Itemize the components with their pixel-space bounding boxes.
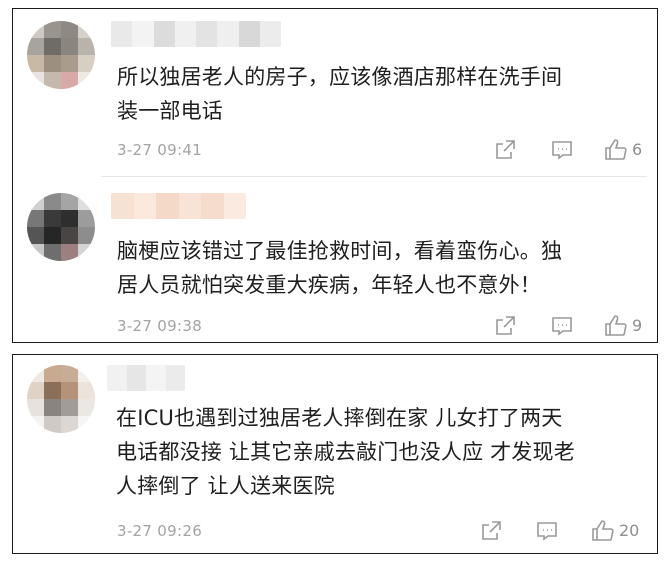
username-blurred[interactable] <box>107 365 185 391</box>
like-count: 20 <box>619 521 640 540</box>
username-blurred[interactable] <box>111 21 281 47</box>
comment-timestamp: 3-27 09:41 <box>117 141 203 159</box>
like-count: 6 <box>632 140 643 159</box>
reply-icon[interactable] <box>550 138 574 162</box>
thumbs-up-icon[interactable] <box>604 138 628 162</box>
comment-item: 在ICU也遇到过独居老人摔倒在家 儿女打了两天 电话都没接 让其它亲戚去敲门也没… <box>13 355 657 553</box>
reply-icon[interactable] <box>535 519 559 543</box>
comments-panel-top: 所以独居老人的房子，应该像酒店那样在洗手间 装一部电话 3-27 09:41 6 <box>12 8 658 343</box>
comment-text: 在ICU也遇到过独居老人摔倒在家 儿女打了两天 电话都没接 让其它亲戚去敲门也没… <box>116 401 575 503</box>
share-icon[interactable] <box>493 314 517 338</box>
comment-text-line: 在ICU也遇到过独居老人摔倒在家 儿女打了两天 <box>116 406 563 430</box>
thumbs-up-icon[interactable] <box>591 519 615 543</box>
avatar[interactable] <box>27 193 95 261</box>
comment-text-line: 电话都没接 让其它亲戚去敲门也没人应 才发现老 <box>116 440 575 464</box>
comment-timestamp: 3-27 09:26 <box>117 522 203 540</box>
comment-text-line: 脑梗应该错过了最佳抢救时间，看着蛮伤心。独 <box>117 239 563 263</box>
comment-text-line: 装一部电话 <box>117 99 223 123</box>
comment-text: 所以独居老人的房子，应该像酒店那样在洗手间 装一部电话 <box>117 60 562 128</box>
comment-item: 所以独居老人的房子，应该像酒店那样在洗手间 装一部电话 3-27 09:41 6 <box>13 9 657 176</box>
comment-text-line: 所以独居老人的房子，应该像酒店那样在洗手间 <box>117 65 563 89</box>
share-icon[interactable] <box>493 138 517 162</box>
comment-item: 脑梗应该错过了最佳抢救时间，看着蛮伤心。独 居人员就怕突发重大疾病，年轻人也不意… <box>13 177 657 342</box>
comment-meta: 3-27 09:38 9 <box>117 314 647 338</box>
comment-text: 脑梗应该错过了最佳抢救时间，看着蛮伤心。独 居人员就怕突发重大疾病，年轻人也不意… <box>117 234 562 302</box>
comment-timestamp: 3-27 09:38 <box>117 317 203 335</box>
avatar[interactable] <box>27 21 95 89</box>
like-count: 9 <box>632 316 643 335</box>
comment-meta: 3-27 09:41 6 <box>117 138 647 162</box>
username-blurred[interactable] <box>111 193 246 219</box>
reply-icon[interactable] <box>550 314 574 338</box>
avatar[interactable] <box>27 365 95 433</box>
comment-meta: 3-27 09:26 20 <box>117 519 651 543</box>
comment-text-line: 居人员就怕突发重大疾病，年轻人也不意外！ <box>117 273 541 297</box>
comment-text-line: 人摔倒了 让人送来医院 <box>116 474 335 498</box>
thumbs-up-icon[interactable] <box>604 314 628 338</box>
comments-panel-bottom: 在ICU也遇到过独居老人摔倒在家 儿女打了两天 电话都没接 让其它亲戚去敲门也没… <box>12 354 658 554</box>
share-icon[interactable] <box>479 519 503 543</box>
